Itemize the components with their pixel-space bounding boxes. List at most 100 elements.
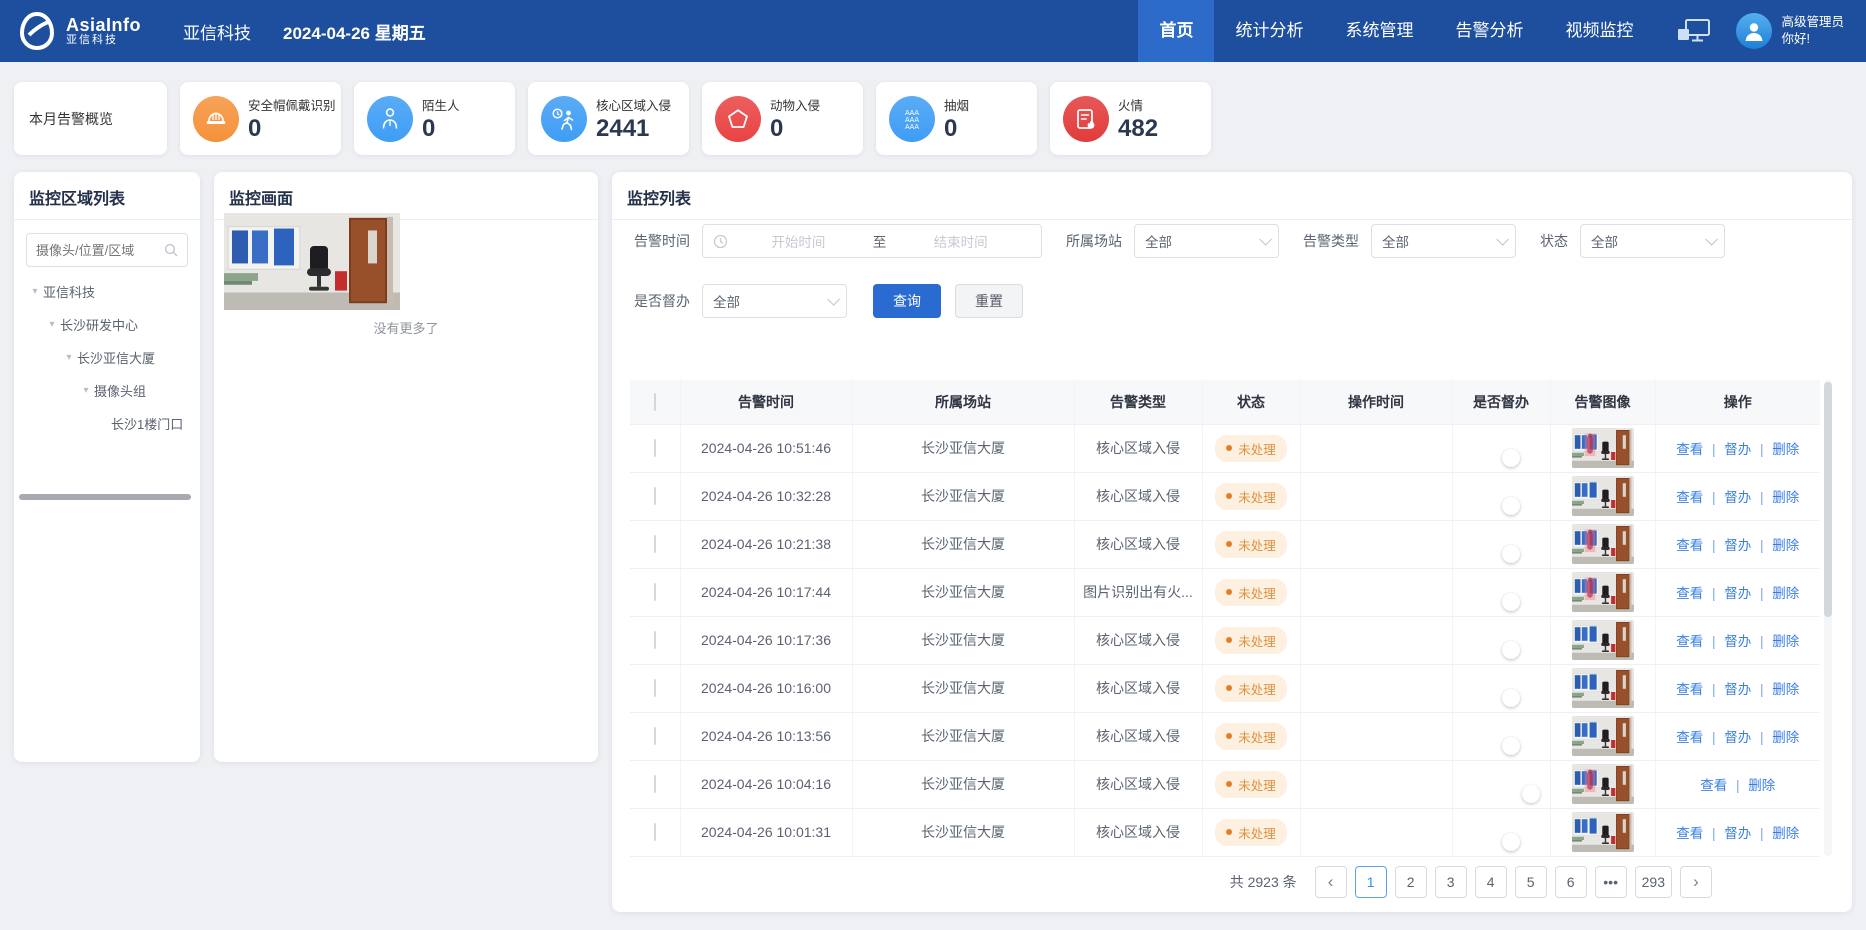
action-link-0[interactable]: 查看 bbox=[1676, 730, 1703, 745]
tree-node-2[interactable]: ▾长沙亚信大厦 bbox=[14, 341, 200, 374]
reset-button[interactable]: 重置 bbox=[955, 284, 1023, 318]
video-wall-button[interactable] bbox=[1676, 17, 1712, 45]
action-link-1[interactable]: 督办 bbox=[1724, 682, 1751, 697]
alert-image-thumbnail[interactable] bbox=[1572, 668, 1634, 708]
action-link-2[interactable]: 删除 bbox=[1772, 586, 1799, 601]
status-dot-icon bbox=[1226, 685, 1232, 691]
alert-image-thumbnail[interactable] bbox=[1572, 620, 1634, 660]
start-time-placeholder[interactable]: 开始时间 bbox=[728, 231, 869, 251]
row-checkbox[interactable] bbox=[654, 631, 656, 649]
tree-node-4[interactable]: 长沙1楼门口 bbox=[14, 407, 200, 440]
stat-card-3[interactable]: 动物入侵0 bbox=[702, 82, 863, 155]
page-button-2[interactable]: 2 bbox=[1395, 866, 1427, 898]
tree-node-1[interactable]: ▾长沙研发中心 bbox=[14, 308, 200, 341]
action-link-2[interactable]: 删除 bbox=[1772, 538, 1799, 553]
supervise-select[interactable]: 全部 bbox=[702, 284, 847, 318]
page-ellipsis[interactable]: ••• bbox=[1595, 866, 1627, 898]
action-link-2[interactable]: 删除 bbox=[1772, 442, 1799, 457]
camera-search-box[interactable] bbox=[26, 233, 188, 267]
prev-page-button[interactable]: ‹ bbox=[1315, 866, 1347, 898]
page-button-5[interactable]: 5 bbox=[1515, 866, 1547, 898]
stat-card-5[interactable]: 火情482 bbox=[1050, 82, 1211, 155]
action-link-1[interactable]: 督办 bbox=[1724, 826, 1751, 841]
row-checkbox[interactable] bbox=[654, 727, 656, 745]
camera-search-input[interactable] bbox=[36, 243, 164, 258]
station-select[interactable]: 全部 bbox=[1134, 224, 1279, 258]
status-select[interactable]: 全部 bbox=[1580, 224, 1725, 258]
action-link-1[interactable]: 督办 bbox=[1724, 490, 1751, 505]
action-link-0[interactable]: 查看 bbox=[1676, 490, 1703, 505]
action-link-1[interactable]: 督办 bbox=[1724, 586, 1751, 601]
action-link-1[interactable]: 督办 bbox=[1724, 442, 1751, 457]
action-link-1[interactable]: 删除 bbox=[1748, 778, 1775, 793]
action-link-0[interactable]: 查看 bbox=[1676, 634, 1703, 649]
action-link-2[interactable]: 删除 bbox=[1772, 682, 1799, 697]
table-scrollbar[interactable] bbox=[1824, 380, 1832, 856]
page-button-6[interactable]: 6 bbox=[1555, 866, 1587, 898]
nav-item-2[interactable]: 系统管理 bbox=[1324, 0, 1434, 62]
alert-image-thumbnail[interactable] bbox=[1572, 428, 1634, 468]
action-link-0[interactable]: 查看 bbox=[1676, 826, 1703, 841]
row-checkbox[interactable] bbox=[654, 823, 656, 841]
alert-image-thumbnail[interactable] bbox=[1572, 764, 1634, 804]
row-checkbox[interactable] bbox=[654, 679, 656, 697]
row-checkbox[interactable] bbox=[654, 583, 656, 601]
action-link-2[interactable]: 删除 bbox=[1772, 730, 1799, 745]
page-button-3[interactable]: 3 bbox=[1435, 866, 1467, 898]
page-button-1[interactable]: 1 bbox=[1355, 866, 1387, 898]
toggle-knob bbox=[1502, 593, 1520, 611]
nav-item-4[interactable]: 视频监控 bbox=[1544, 0, 1654, 62]
nav-item-3[interactable]: 告警分析 bbox=[1434, 0, 1544, 62]
page-button-4[interactable]: 4 bbox=[1475, 866, 1507, 898]
action-link-1[interactable]: 督办 bbox=[1724, 730, 1751, 745]
alert-image-cell bbox=[1550, 472, 1655, 520]
nav-item-1[interactable]: 统计分析 bbox=[1214, 0, 1324, 62]
alert-type-select[interactable]: 全部 bbox=[1371, 224, 1516, 258]
action-link-2[interactable]: 删除 bbox=[1772, 634, 1799, 649]
action-link-0[interactable]: 查看 bbox=[1676, 586, 1703, 601]
row-checkbox-cell bbox=[630, 808, 680, 856]
stat-card-value: 0 bbox=[248, 115, 336, 143]
tree-expand-icon[interactable]: ▾ bbox=[78, 385, 94, 396]
end-time-placeholder[interactable]: 结束时间 bbox=[890, 231, 1031, 251]
stat-card-4[interactable]: AAAAAAAAA抽烟0 bbox=[876, 82, 1037, 155]
action-link-0[interactable]: 查看 bbox=[1676, 682, 1703, 697]
alert-image-thumbnail[interactable] bbox=[1572, 524, 1634, 564]
action-link-0[interactable]: 查看 bbox=[1700, 778, 1727, 793]
nav-item-0[interactable]: 首页 bbox=[1138, 0, 1214, 62]
row-checkbox[interactable] bbox=[654, 535, 656, 553]
tree-expand-icon[interactable]: ▾ bbox=[44, 319, 60, 330]
alert-image-cell bbox=[1550, 712, 1655, 760]
tree-expand-icon[interactable]: ▾ bbox=[27, 286, 43, 297]
row-checkbox[interactable] bbox=[654, 487, 656, 505]
sidebar-scrollbar[interactable] bbox=[19, 494, 191, 500]
action-link-2[interactable]: 删除 bbox=[1772, 490, 1799, 505]
user-avatar[interactable] bbox=[1736, 13, 1772, 49]
stat-card-0[interactable]: 安全帽佩戴识别0 bbox=[180, 82, 341, 155]
alert-image-thumbnail[interactable] bbox=[1572, 716, 1634, 756]
alert-image-thumbnail[interactable] bbox=[1572, 812, 1634, 852]
alert-time-range-picker[interactable]: 开始时间 至 结束时间 bbox=[702, 224, 1042, 258]
alert-image-thumbnail[interactable] bbox=[1572, 476, 1634, 516]
action-link-1[interactable]: 督办 bbox=[1724, 538, 1751, 553]
camera-thumbnail[interactable] bbox=[224, 213, 400, 310]
next-page-button[interactable]: › bbox=[1680, 866, 1712, 898]
page-button-293[interactable]: 293 bbox=[1635, 866, 1672, 898]
row-checkbox[interactable] bbox=[654, 439, 656, 457]
tree-node-3[interactable]: ▾摄像头组 bbox=[14, 374, 200, 407]
search-button[interactable]: 查询 bbox=[873, 284, 941, 318]
stat-card-1[interactable]: 陌生人0 bbox=[354, 82, 515, 155]
row-checkbox[interactable] bbox=[654, 775, 656, 793]
camera-scene bbox=[1572, 620, 1634, 660]
action-separator: | bbox=[1751, 682, 1772, 697]
alert-image-thumbnail[interactable] bbox=[1572, 572, 1634, 612]
action-link-2[interactable]: 删除 bbox=[1772, 826, 1799, 841]
stat-card-2[interactable]: 核心区域入侵2441 bbox=[528, 82, 689, 155]
fire-icon bbox=[1063, 96, 1109, 142]
action-link-0[interactable]: 查看 bbox=[1676, 538, 1703, 553]
tree-expand-icon[interactable]: ▾ bbox=[61, 352, 77, 363]
action-link-1[interactable]: 督办 bbox=[1724, 634, 1751, 649]
select-all-checkbox[interactable] bbox=[654, 393, 656, 411]
action-link-0[interactable]: 查看 bbox=[1676, 442, 1703, 457]
tree-node-0[interactable]: ▾亚信科技 bbox=[14, 275, 200, 308]
